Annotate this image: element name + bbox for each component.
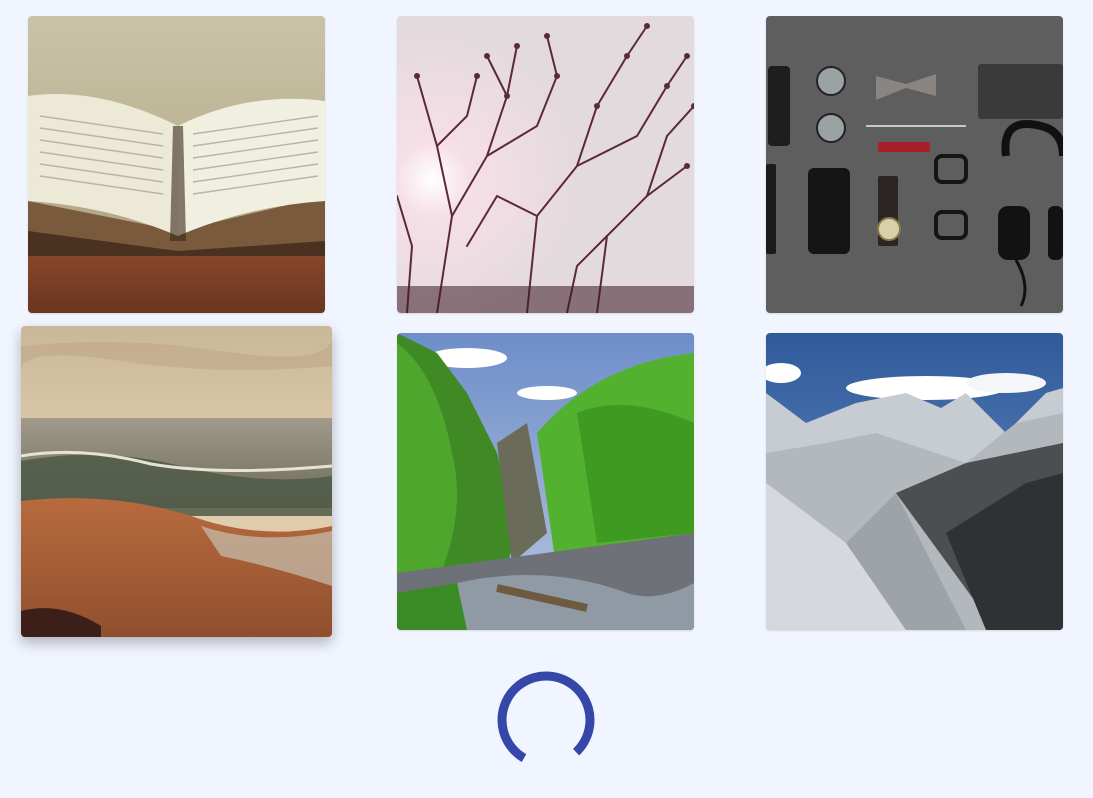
image-gallery-page <box>0 0 1093 798</box>
gallery-tile-sea-shore[interactable] <box>21 326 332 637</box>
gallery-tile-flat-lay[interactable] <box>766 16 1063 313</box>
snowy-mountains-photo <box>766 333 1063 630</box>
loading-spinner-icon <box>497 671 595 769</box>
loading-spinner <box>496 670 596 770</box>
forest-waterfall-photo <box>397 333 694 630</box>
flat-lay-accessories-photo <box>766 16 1063 313</box>
gallery-tile-forest-waterfall[interactable] <box>397 333 694 630</box>
open-book-photo <box>28 16 325 313</box>
gallery-tile-snowy-mountains[interactable] <box>766 333 1063 630</box>
gallery-tile-tree-branches[interactable] <box>397 16 694 313</box>
gallery-tile-open-book[interactable] <box>28 16 325 313</box>
tree-branches-sunlight-photo <box>397 16 694 313</box>
sea-shore-waves-photo <box>21 326 332 637</box>
